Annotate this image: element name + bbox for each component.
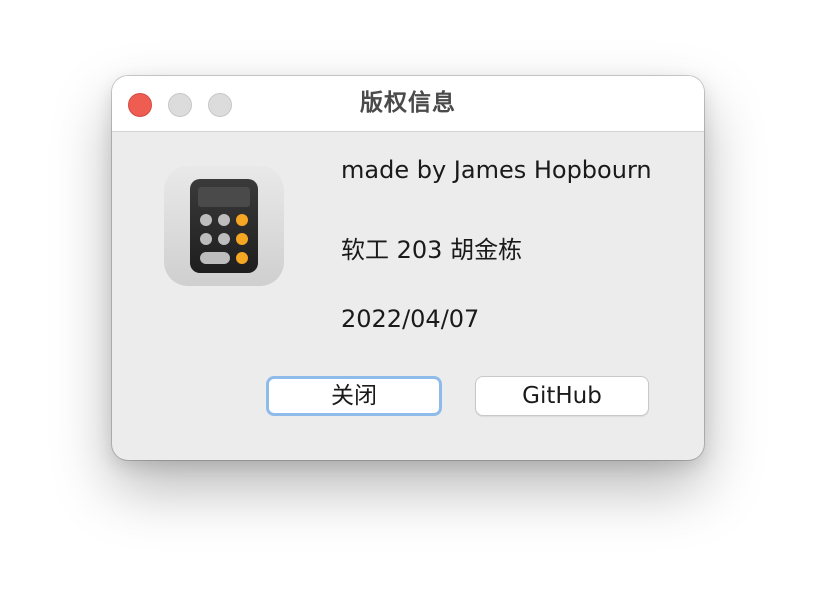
- calculator-icon: [164, 166, 284, 286]
- about-dialog: 版权信息 made by James Hopbourn 软工 203 胡金栋 2…: [112, 76, 704, 460]
- author-text: made by James Hopbourn: [341, 156, 652, 184]
- date-text: 2022/04/07: [341, 305, 480, 333]
- window-title: 版权信息: [360, 90, 456, 116]
- class-name-text: 软工 203 胡金栋: [341, 236, 523, 264]
- title-bar: 版权信息: [112, 76, 704, 132]
- github-button[interactable]: GitHub: [475, 376, 649, 416]
- close-button[interactable]: 关闭: [266, 376, 442, 416]
